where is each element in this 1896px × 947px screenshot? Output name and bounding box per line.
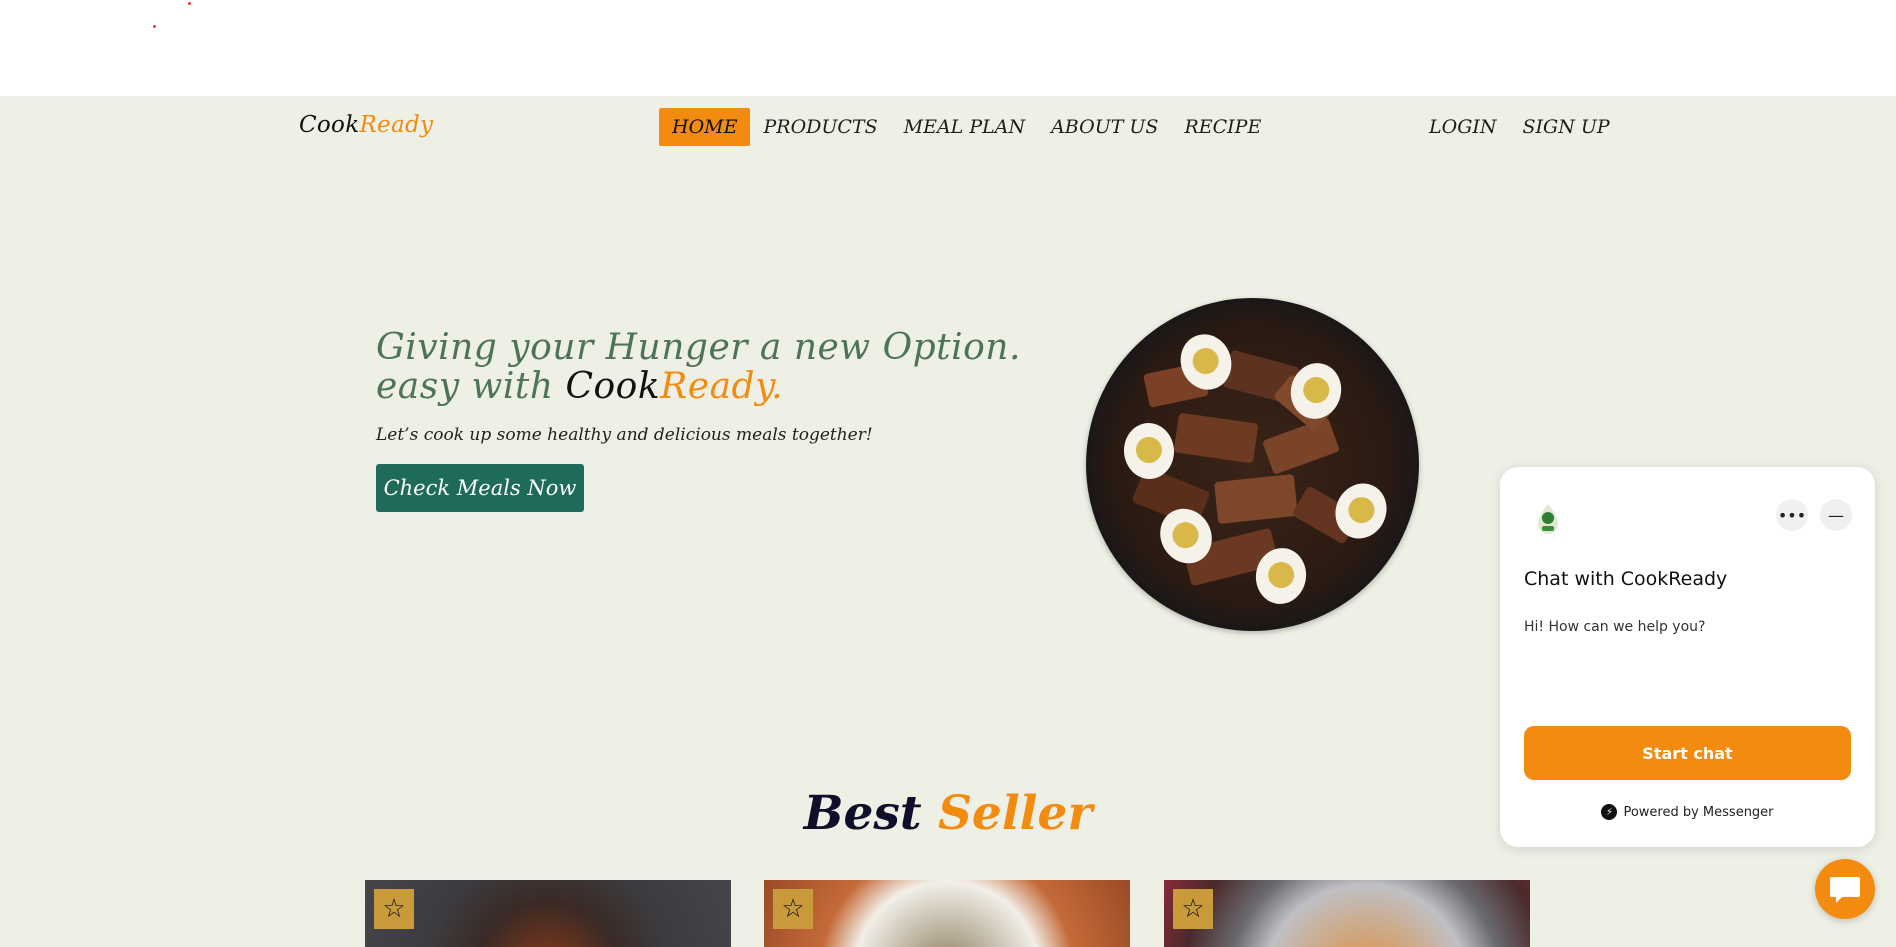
hero-subtitle: Let’s cook up some healthy and delicious… xyxy=(376,425,873,445)
powered-by: ⚡ Powered by Messenger xyxy=(1500,804,1875,820)
hero-title: Giving your Hunger a new Option. easy wi… xyxy=(376,328,1021,406)
nav-meal-plan[interactable]: MEAL PLAN xyxy=(891,108,1038,146)
main-nav: HOME PRODUCTS MEAL PLAN ABOUT US RECIPE xyxy=(659,108,1274,146)
signup-link[interactable]: SIGN UP xyxy=(1510,108,1623,146)
decorative-dot xyxy=(153,25,156,28)
check-meals-button[interactable]: Check Meals Now xyxy=(376,464,584,512)
chat-message: Hi! How can we help you? xyxy=(1524,619,1706,635)
minimize-icon[interactable]: — xyxy=(1820,499,1852,531)
chat-launcher-button[interactable] xyxy=(1815,859,1875,919)
auth-links: LOGIN SIGN UP xyxy=(1416,108,1623,146)
messenger-icon: ⚡ xyxy=(1601,804,1618,820)
hero-brand-ready: Ready xyxy=(660,366,772,407)
nav-home[interactable]: HOME xyxy=(659,108,751,146)
best-word: Best xyxy=(803,786,922,841)
chat-title: Chat with CookReady xyxy=(1524,568,1728,590)
logo-part-ready: Ready xyxy=(359,112,434,138)
start-chat-button[interactable]: Start chat xyxy=(1524,726,1851,780)
star-icon[interactable]: ☆ xyxy=(773,889,813,929)
chat-avatar xyxy=(1526,497,1570,541)
chat-widget: ••• — Chat with CookReady Hi! How can we… xyxy=(1500,467,1875,847)
login-link[interactable]: LOGIN xyxy=(1416,108,1510,146)
chat-bubble-icon xyxy=(1830,877,1860,903)
hero-brand-cook: Cook xyxy=(565,366,661,407)
hero-dish-image xyxy=(1086,298,1419,631)
product-card[interactable]: ☆ xyxy=(764,880,1130,947)
nav-about-us[interactable]: ABOUT US xyxy=(1038,108,1171,146)
product-card[interactable]: ☆ xyxy=(1164,880,1530,947)
more-icon[interactable]: ••• xyxy=(1776,499,1808,531)
hero-title-line1: Giving your Hunger a new Option. xyxy=(376,327,1021,368)
top-white-strip xyxy=(0,0,1896,96)
hero-line2-suffix: . xyxy=(771,366,784,407)
star-icon[interactable]: ☆ xyxy=(374,889,414,929)
site-logo[interactable]: CookReady xyxy=(299,112,433,138)
seller-word: Seller xyxy=(937,786,1093,841)
logo-part-cook: Cook xyxy=(299,112,360,138)
product-card[interactable]: ☆ xyxy=(365,880,731,947)
hero-title-line2: easy with CookReady. xyxy=(376,367,1021,406)
star-icon[interactable]: ☆ xyxy=(1173,889,1213,929)
hero-line2-prefix: easy with xyxy=(376,366,566,407)
nav-recipe[interactable]: RECIPE xyxy=(1171,108,1274,146)
powered-by-text: Powered by Messenger xyxy=(1623,804,1774,820)
decorative-dot xyxy=(188,2,191,5)
nav-products[interactable]: PRODUCTS xyxy=(750,108,890,146)
